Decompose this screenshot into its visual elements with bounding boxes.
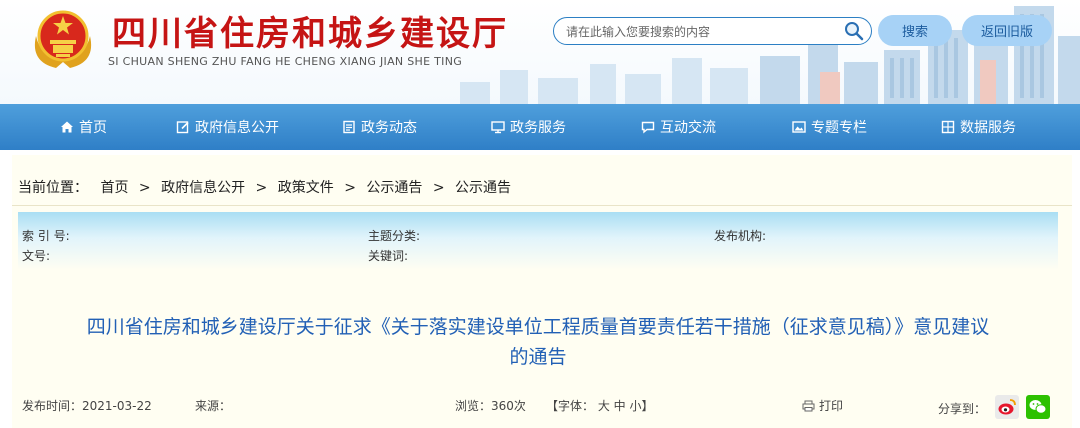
share-label: 分享到： xyxy=(938,402,987,416)
nav-label: 数据服务 xyxy=(960,120,1016,136)
nav-label: 政府信息公开 xyxy=(195,120,279,136)
breadcrumb-prefix: 当前位置： xyxy=(18,180,88,196)
search-input[interactable] xyxy=(564,21,838,43)
index-number-label: 索 引 号: xyxy=(22,229,70,243)
breadcrumb: 当前位置： 首页 > 政府信息公开 > 政策文件 > 公示通告 > 公示通告 xyxy=(18,177,511,197)
nav-label: 互动交流 xyxy=(660,120,716,136)
breadcrumb-link-announcements-current[interactable]: 公示通告 xyxy=(455,180,511,196)
search-box[interactable] xyxy=(553,17,872,45)
document-icon xyxy=(343,120,355,134)
print-icon xyxy=(802,400,815,411)
grid-icon xyxy=(941,120,955,134)
wechat-share-icon[interactable] xyxy=(1026,395,1050,419)
search-icon[interactable] xyxy=(843,20,865,42)
publish-time: 发布时间：2021-03-22 xyxy=(22,399,152,413)
return-old-version-button[interactable]: 返回旧版 xyxy=(962,15,1052,46)
topic-category-label: 主题分类: xyxy=(368,229,421,243)
view-count: 浏览：360次 xyxy=(455,399,526,413)
site-title: 四川省住房和城乡建设厅 xyxy=(112,14,508,54)
breadcrumb-link-home[interactable]: 首页 xyxy=(100,180,128,196)
breadcrumb-divider xyxy=(12,205,1072,206)
article-title-line: 四川省住房和城乡建设厅关于征求《关于落实建设单位工程质量首要责任若干措施（征求意… xyxy=(86,316,990,338)
document-number-label: 文号: xyxy=(22,249,51,263)
breadcrumb-link-government-info[interactable]: 政府信息公开 xyxy=(161,180,245,196)
breadcrumb-separator: > xyxy=(344,180,356,196)
site-subtitle: SI CHUAN SHENG ZHU FANG HE CHENG XIANG J… xyxy=(108,55,463,68)
document-meta-band xyxy=(18,212,1058,270)
nav-item-interaction[interactable]: 互动交流 xyxy=(641,104,716,150)
nav-item-data-services[interactable]: 数据服务 xyxy=(941,104,1016,150)
home-icon xyxy=(61,121,73,133)
nav-item-home[interactable]: 首页 xyxy=(60,104,107,150)
site-header: 四川省住房和城乡建设厅 SI CHUAN SHENG ZHU FANG HE C… xyxy=(0,0,1080,104)
source-label: 来源： xyxy=(195,399,232,413)
font-size-selector[interactable]: 【字体： 大 中 小】 xyxy=(546,397,653,414)
weibo-share-icon[interactable] xyxy=(995,395,1019,419)
publishing-agency-label: 发布机构: xyxy=(714,229,767,243)
article-title: 四川省住房和城乡建设厅关于征求《关于落实建设单位工程质量首要责任若干措施（征求意… xyxy=(18,312,1058,372)
breadcrumb-link-policy-documents[interactable]: 政策文件 xyxy=(278,180,334,196)
monitor-icon xyxy=(491,121,505,134)
chat-icon xyxy=(641,121,655,134)
nav-item-special-topics[interactable]: 专题专栏 xyxy=(792,104,867,150)
image-icon xyxy=(792,121,806,133)
breadcrumb-separator: > xyxy=(138,180,151,196)
breadcrumb-link-announcements[interactable]: 公示通告 xyxy=(366,180,422,196)
nav-item-government-news[interactable]: 政务动态 xyxy=(342,104,417,150)
nav-label: 政务服务 xyxy=(510,120,566,136)
main-navigation: 首页 政府信息公开 政务动态 政务服务 互动交流 专题专栏 数据服务 xyxy=(0,104,1080,150)
nav-label: 专题专栏 xyxy=(811,120,867,136)
breadcrumb-separator: > xyxy=(432,180,445,196)
nav-item-government-services[interactable]: 政务服务 xyxy=(491,104,566,150)
national-emblem-logo xyxy=(34,10,92,68)
print-button[interactable]: 打印 xyxy=(802,397,843,414)
nav-label: 首页 xyxy=(79,120,107,136)
nav-label: 政务动态 xyxy=(361,120,417,136)
nav-item-government-info[interactable]: 政府信息公开 xyxy=(176,104,279,150)
breadcrumb-separator: > xyxy=(255,180,268,196)
article-title-line: 的通告 xyxy=(509,346,567,368)
search-button[interactable]: 搜索 xyxy=(878,15,952,46)
edit-icon xyxy=(176,121,189,134)
keywords-label: 关键词: xyxy=(368,249,409,263)
print-label: 打印 xyxy=(819,399,844,413)
